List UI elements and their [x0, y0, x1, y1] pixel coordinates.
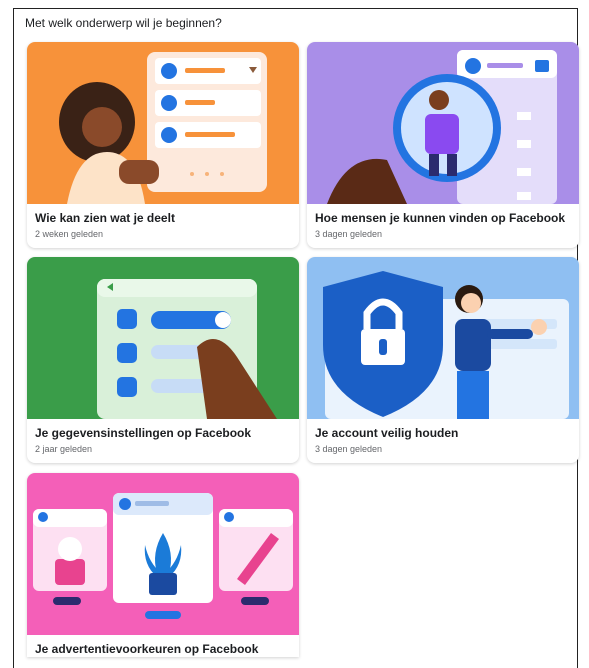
topic-timestamp: 3 dagen geleden — [315, 229, 383, 239]
topic-card-account-security[interactable]: Je account veilig houden 3 dagen geleden — [307, 257, 579, 463]
topic-title: Je gegevensinstellingen op Facebook — [35, 426, 252, 440]
topic-title: Hoe mensen je kunnen vinden op Facebook — [315, 211, 566, 225]
topic-illustration-ads — [27, 473, 299, 635]
topic-timestamp: 2 jaar geleden — [35, 444, 93, 454]
page-title: Met welk onderwerp wil je beginnen? — [25, 16, 222, 30]
topic-card-data-settings[interactable]: Je gegevensinstellingen op Facebook 2 ja… — [27, 257, 299, 463]
topic-card-ad-preferences[interactable]: Je advertentievoorkeuren op Facebook — [27, 473, 299, 657]
topic-illustration-security — [307, 257, 579, 419]
topic-title: Je advertentievoorkeuren op Facebook — [35, 642, 259, 656]
topic-illustration-search — [307, 42, 579, 204]
topic-card-who-can-see[interactable]: Wie kan zien wat je deelt 2 weken gelede… — [27, 42, 299, 248]
topic-card-how-people-find[interactable]: Hoe mensen je kunnen vinden op Facebook … — [307, 42, 579, 248]
topic-illustration-settings — [27, 257, 299, 419]
topic-title: Wie kan zien wat je deelt — [35, 211, 175, 225]
topic-timestamp: 3 dagen geleden — [315, 444, 383, 454]
topic-timestamp: 2 weken geleden — [35, 229, 104, 239]
topic-illustration-audience — [27, 42, 299, 204]
topic-title: Je account veilig houden — [315, 426, 459, 440]
